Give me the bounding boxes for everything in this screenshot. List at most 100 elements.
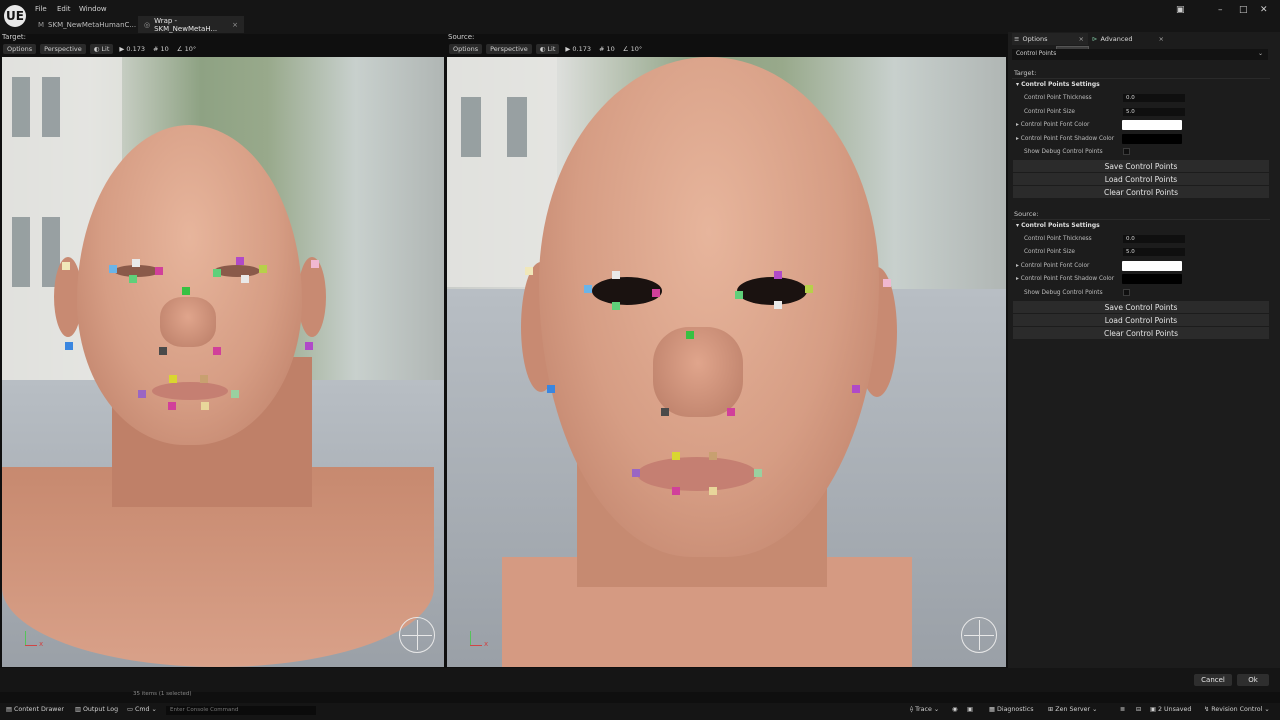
control-point[interactable] bbox=[686, 331, 694, 339]
control-point[interactable] bbox=[584, 285, 592, 293]
control-point[interactable] bbox=[852, 385, 860, 393]
camera-speed-button[interactable]: ▶ 0.173 bbox=[117, 44, 147, 54]
clear-control-points-button[interactable]: Clear Control Points bbox=[1013, 186, 1269, 198]
control-point[interactable] bbox=[213, 269, 221, 277]
font-color-swatch[interactable] bbox=[1122, 120, 1182, 130]
control-point[interactable] bbox=[213, 347, 221, 355]
control-point[interactable] bbox=[661, 408, 669, 416]
lit-button[interactable]: ◐ Lit bbox=[535, 44, 560, 54]
view-orientation-gizmo[interactable] bbox=[399, 617, 435, 653]
load-control-points-button[interactable]: Load Control Points bbox=[1013, 173, 1269, 185]
tab-advanced[interactable]: ⊳ Advanced × bbox=[1092, 33, 1168, 45]
control-point[interactable] bbox=[231, 390, 239, 398]
font-color-row[interactable]: ▸ Control Point Font Color bbox=[1016, 263, 1089, 269]
control-point[interactable] bbox=[129, 275, 137, 283]
tab-wrap[interactable]: ◎ Wrap - SKM_NewMetaH... × bbox=[138, 16, 244, 33]
control-point[interactable] bbox=[169, 375, 177, 383]
grid-snap-button[interactable]: #10 bbox=[597, 44, 617, 54]
cancel-button[interactable]: Cancel bbox=[1194, 674, 1232, 686]
revision-control-button[interactable]: ↯ Revision Control ⌄ bbox=[1204, 706, 1270, 713]
perspective-button[interactable]: Perspective bbox=[486, 44, 532, 54]
control-point[interactable] bbox=[735, 291, 743, 299]
control-point[interactable] bbox=[138, 390, 146, 398]
control-point[interactable] bbox=[709, 452, 717, 460]
control-point[interactable] bbox=[525, 267, 533, 275]
unreal-logo-icon[interactable]: UE bbox=[4, 5, 26, 27]
menu-edit[interactable]: Edit bbox=[57, 5, 71, 13]
rotation-snap-button[interactable]: ∠ 10° bbox=[175, 44, 198, 54]
target-viewport[interactable]: x bbox=[2, 57, 444, 667]
close-icon[interactable]: × bbox=[232, 21, 238, 29]
control-points-dropdown[interactable]: Control Points ⌄ bbox=[1012, 49, 1268, 60]
view-orientation-gizmo[interactable] bbox=[961, 617, 997, 653]
shadow-color-swatch[interactable] bbox=[1122, 274, 1182, 284]
thickness-field[interactable]: 0.0 bbox=[1123, 235, 1185, 243]
tab-options[interactable]: ≡ Options × bbox=[1012, 33, 1088, 45]
control-point[interactable] bbox=[612, 302, 620, 310]
shadow-color-swatch[interactable] bbox=[1122, 134, 1182, 144]
unsaved-button[interactable]: ▣ 2 Unsaved bbox=[1150, 706, 1191, 713]
control-point[interactable] bbox=[754, 469, 762, 477]
zen-server-button[interactable]: ⊞ Zen Server ⌄ bbox=[1048, 706, 1097, 713]
control-point[interactable] bbox=[159, 347, 167, 355]
control-point[interactable] bbox=[155, 267, 163, 275]
size-field[interactable]: 5.0 bbox=[1123, 108, 1185, 116]
clear-control-points-button[interactable]: Clear Control Points bbox=[1013, 327, 1269, 339]
font-color-swatch[interactable] bbox=[1122, 261, 1182, 271]
control-point[interactable] bbox=[168, 402, 176, 410]
rotation-snap-button[interactable]: ∠ 10° bbox=[621, 44, 644, 54]
close-icon[interactable]: × bbox=[1159, 35, 1164, 43]
shadow-color-row[interactable]: ▸ Control Point Font Shadow Color bbox=[1016, 136, 1114, 142]
control-point[interactable] bbox=[612, 271, 620, 279]
lit-button[interactable]: ◐ Lit bbox=[89, 44, 114, 54]
close-icon[interactable]: × bbox=[1079, 35, 1084, 43]
control-point[interactable] bbox=[709, 487, 717, 495]
menu-window[interactable]: Window bbox=[79, 5, 107, 13]
control-point[interactable] bbox=[132, 259, 140, 267]
thickness-field[interactable]: 0.0 bbox=[1123, 94, 1185, 102]
control-point[interactable] bbox=[182, 287, 190, 295]
close-window-icon[interactable]: ✕ bbox=[1260, 5, 1268, 15]
cmd-dropdown[interactable]: ▭ Cmd ⌄ bbox=[127, 706, 157, 713]
viewport-options-button[interactable]: Options bbox=[3, 44, 37, 54]
menu-file[interactable]: File bbox=[35, 5, 47, 13]
control-point[interactable] bbox=[672, 487, 680, 495]
notifications-icon[interactable]: ⊟ bbox=[1136, 706, 1141, 713]
control-point[interactable] bbox=[62, 262, 70, 270]
layers-icon[interactable]: ≣ bbox=[1120, 706, 1125, 713]
diagnostics-button[interactable]: ▦ Diagnostics bbox=[989, 706, 1034, 713]
control-point[interactable] bbox=[241, 275, 249, 283]
maximize-icon[interactable]: □ bbox=[1239, 5, 1248, 15]
save-control-points-button[interactable]: Save Control Points bbox=[1013, 160, 1269, 172]
control-point[interactable] bbox=[236, 257, 244, 265]
camera-speed-button[interactable]: ▶ 0.173 bbox=[563, 44, 593, 54]
ok-button[interactable]: Ok bbox=[1237, 674, 1269, 686]
source-viewport[interactable]: x bbox=[447, 57, 1006, 667]
trace-button[interactable]: ⟠ Trace ⌄ bbox=[910, 706, 939, 713]
control-point[interactable] bbox=[727, 408, 735, 416]
control-point[interactable] bbox=[305, 342, 313, 350]
font-color-row[interactable]: ▸ Control Point Font Color bbox=[1016, 122, 1089, 128]
load-control-points-button[interactable]: Load Control Points bbox=[1013, 314, 1269, 326]
viewport-options-button[interactable]: Options bbox=[449, 44, 483, 54]
perspective-button[interactable]: Perspective bbox=[40, 44, 86, 54]
save-control-points-button[interactable]: Save Control Points bbox=[1013, 301, 1269, 313]
shadow-color-row[interactable]: ▸ Control Point Font Shadow Color bbox=[1016, 276, 1114, 282]
control-point[interactable] bbox=[547, 385, 555, 393]
settings-icon[interactable]: ▣ bbox=[1176, 5, 1185, 15]
target-settings-header[interactable]: ▾ Control Points Settings bbox=[1016, 81, 1100, 88]
size-field[interactable]: 5.0 bbox=[1123, 248, 1185, 256]
output-log-button[interactable]: ▥ Output Log bbox=[75, 706, 118, 713]
content-drawer-button[interactable]: ▤ Content Drawer bbox=[6, 706, 64, 713]
console-input[interactable]: Enter Console Command bbox=[166, 706, 316, 715]
source-settings-header[interactable]: ▾ Control Points Settings bbox=[1016, 222, 1100, 229]
control-point[interactable] bbox=[200, 375, 208, 383]
minimize-icon[interactable]: – bbox=[1218, 5, 1223, 15]
control-point[interactable] bbox=[774, 301, 782, 309]
grid-snap-button[interactable]: #10 bbox=[151, 44, 171, 54]
control-point[interactable] bbox=[632, 469, 640, 477]
tab-skm-newmetahuman[interactable]: M SKM_NewMetaHumanC... bbox=[32, 16, 136, 33]
control-point[interactable] bbox=[672, 452, 680, 460]
control-point[interactable] bbox=[805, 285, 813, 293]
control-point[interactable] bbox=[774, 271, 782, 279]
